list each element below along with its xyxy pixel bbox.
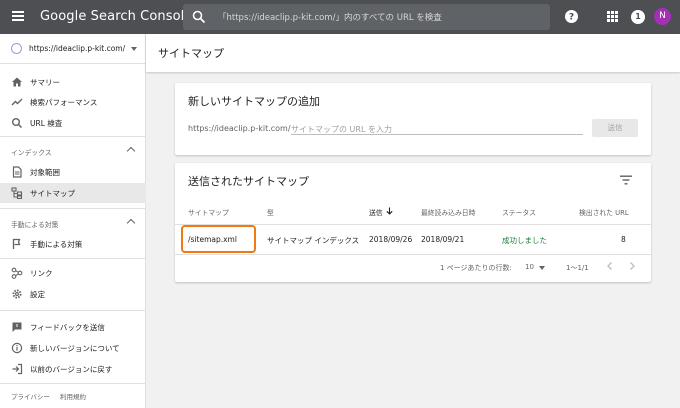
last-read-date: 2018/09/21: [421, 235, 465, 244]
menu-icon[interactable]: [12, 11, 24, 21]
arrow-down-icon: [386, 207, 393, 215]
page-header: サイトマップ: [146, 34, 680, 72]
divider: [175, 254, 651, 255]
submitted-sitemaps-card: 送信されたサイトマップ サイトマップ 型 送信 最終読み込み日時 ステータス 検…: [175, 163, 651, 282]
feedback-icon: [12, 322, 22, 332]
chevron-up-icon: [126, 218, 136, 228]
discovered-url-count: 8: [621, 235, 626, 244]
add-sitemap-title: 新しいサイトマップの追加: [188, 95, 320, 108]
submit-button[interactable]: 送信: [592, 119, 638, 137]
sidebar-item-label: URL 検査: [30, 119, 63, 128]
terms-link[interactable]: 利用規約: [60, 393, 86, 401]
sidebar-item-label: フィードバックを送信: [30, 323, 105, 332]
column-header-discovered-urls[interactable]: 検出された URL: [579, 207, 629, 217]
divider: [0, 310, 146, 311]
links-icon: [11, 267, 23, 279]
sidebar-item-label: サマリー: [30, 78, 60, 87]
sitemap-type: サイトマップ インデックス: [267, 236, 360, 245]
status-badge: 成功しました: [502, 236, 547, 245]
sitemap-url-input[interactable]: サイトマップの URL を入力: [291, 121, 583, 135]
top-app-bar: Google Search Console 「https://ideaclip.…: [0, 0, 680, 34]
sidebar-item-links[interactable]: リンク: [0, 263, 146, 283]
exit-icon: [12, 363, 23, 375]
sidebar-item-new-version[interactable]: 新しいバージョンについて: [0, 338, 146, 358]
submitted-date: 2018/09/26: [369, 235, 413, 244]
sidebar-item-label: サイトマップ: [30, 189, 75, 198]
info-icon: [11, 342, 23, 354]
sidebar-item-label: 新しいバージョンについて: [30, 344, 120, 353]
sidebar-item-feedback[interactable]: フィードバックを送信: [0, 317, 146, 337]
sidebar-item-performance[interactable]: 検索パフォーマンス: [0, 92, 146, 112]
divider: [0, 258, 146, 259]
sidebar-item-label: 設定: [30, 290, 45, 299]
rows-per-page-select[interactable]: 10: [525, 263, 534, 271]
search-icon: [12, 118, 23, 129]
search-icon: [192, 10, 206, 24]
svg-text:?: ?: [569, 13, 574, 23]
chevron-left-icon[interactable]: [605, 261, 615, 271]
avatar[interactable]: N: [654, 8, 671, 25]
gear-icon: [12, 289, 22, 299]
divider: [0, 383, 146, 384]
footer-links: プライバシー 利用規約: [11, 391, 94, 401]
sidebar-item-summary[interactable]: サマリー: [0, 72, 146, 92]
flag-icon: [12, 238, 21, 249]
add-sitemap-card: 新しいサイトマップの追加 https://ideaclip.p-kit.com/…: [175, 83, 651, 155]
trending-icon: [11, 98, 23, 106]
sidebar-item-url-inspection[interactable]: URL 検査: [0, 113, 146, 133]
section-label: インデックス: [11, 149, 52, 157]
sidebar-item-settings[interactable]: 設定: [0, 284, 146, 304]
apps-grid-icon[interactable]: [607, 11, 618, 22]
column-header-status[interactable]: ステータス: [502, 207, 536, 217]
sidebar-item-coverage[interactable]: 対象範囲: [0, 162, 146, 182]
page-range: 1〜1/1: [566, 264, 589, 272]
sidebar-item-manual-actions[interactable]: 手動による対策: [0, 234, 146, 254]
sidebar-item-old-version[interactable]: 以前のバージョンに戻す: [0, 359, 146, 379]
column-header-type[interactable]: 型: [267, 207, 274, 217]
column-header-submitted[interactable]: 送信: [369, 207, 383, 217]
url-inspect-search[interactable]: 「https://ideaclip.p-kit.com/」内のすべての URL …: [183, 4, 550, 30]
section-label: 手動による対策: [11, 221, 59, 229]
url-prefix: https://ideaclip.p-kit.com/: [188, 124, 291, 133]
coverage-icon: [12, 166, 22, 178]
section-index[interactable]: インデックス: [0, 143, 146, 159]
highlight-box: [181, 225, 256, 253]
caret-down-icon[interactable]: [539, 266, 545, 270]
search-input[interactable]: 「https://ideaclip.p-kit.com/」内のすべての URL …: [218, 11, 442, 23]
property-url: https://ideaclip.p-kit.com/: [29, 44, 126, 53]
sidebar: https://ideaclip.p-kit.com/ サマリー 検索パフォーマ…: [0, 34, 146, 408]
sidebar-item-label: リンク: [30, 269, 53, 278]
privacy-link[interactable]: プライバシー: [11, 393, 50, 401]
notification-badge[interactable]: 1: [631, 10, 645, 24]
sitemap-icon: [11, 187, 23, 199]
sidebar-item-label: 対象範囲: [30, 168, 60, 177]
filter-icon[interactable]: [620, 175, 632, 185]
sidebar-item-label: 以前のバージョンに戻す: [30, 365, 113, 374]
column-header-sitemap[interactable]: サイトマップ: [188, 207, 229, 217]
column-header-last-read[interactable]: 最終読み込み日時: [421, 207, 475, 217]
main-content: サイトマップ 新しいサイトマップの追加 https://ideaclip.p-k…: [146, 34, 680, 408]
caret-down-icon: [131, 47, 137, 51]
section-manual-actions[interactable]: 手動による対策: [0, 215, 146, 231]
chevron-up-icon: [126, 146, 136, 156]
globe-icon: [11, 43, 22, 54]
app-logo[interactable]: Google Search Console: [40, 9, 192, 24]
divider: [0, 208, 146, 209]
home-icon: [12, 77, 22, 87]
page-title: サイトマップ: [158, 47, 224, 60]
chevron-right-icon[interactable]: [627, 261, 637, 271]
help-icon[interactable]: ?: [565, 10, 578, 23]
submitted-sitemaps-title: 送信されたサイトマップ: [188, 175, 309, 188]
sidebar-item-label: 検索パフォーマンス: [30, 98, 98, 107]
divider: [0, 136, 146, 137]
rows-per-page-label: 1 ページあたりの行数:: [440, 264, 512, 272]
property-selector[interactable]: https://ideaclip.p-kit.com/: [0, 34, 146, 64]
sidebar-item-sitemaps[interactable]: サイトマップ: [0, 183, 146, 203]
sidebar-item-label: 手動による対策: [30, 240, 83, 249]
